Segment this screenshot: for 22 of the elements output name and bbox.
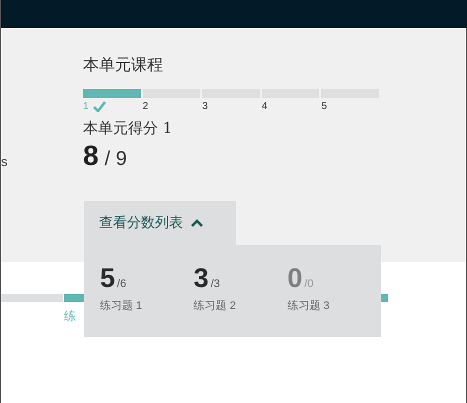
segment-label: 5 [321,101,327,112]
exercise-score: 3 [194,263,209,294]
score-value: 8 [83,140,99,172]
segment-label: 1 [83,101,89,112]
cut-text: s [1,154,8,170]
exercise-score: 5 [100,263,116,294]
chevron-icon [191,219,203,227]
exercise-total: /3 [210,278,220,290]
exercise-total: /6 [117,278,126,290]
score-total: / 9 [104,148,127,171]
exercise-label: 练习题 3 [287,299,331,313]
score-list-toggle[interactable]: 查看分数列表 [84,201,236,245]
check-icon [92,101,106,112]
exercise-label: 练习题 2 [194,299,237,313]
segment-label: 4 [262,101,268,112]
exercise-label: 练习题 1 [100,299,144,313]
segment-label: 3 [202,101,208,112]
exercise-score: 0 [287,263,302,294]
exercise-total: /0 [304,278,314,290]
course-title: 本单元课程 [83,54,164,76]
segment-label: 2 [142,101,148,112]
score-title: 本单元得分 1 [83,118,174,138]
